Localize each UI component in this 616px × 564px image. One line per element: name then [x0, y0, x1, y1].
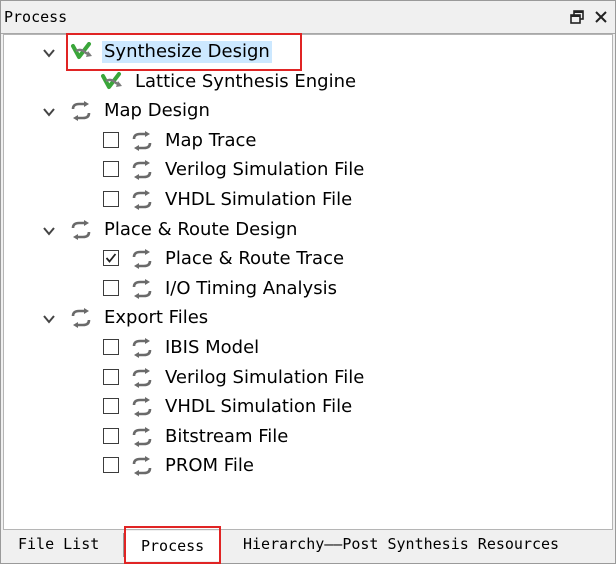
- chevron-down-icon[interactable]: [42, 311, 56, 325]
- tree-item[interactable]: Verilog Simulation File: [4, 156, 604, 184]
- tree-item[interactable]: Map Trace: [4, 127, 604, 155]
- tree-item[interactable]: Bitstream File: [4, 423, 604, 451]
- tree-item-label: Bitstream File: [165, 425, 289, 447]
- refresh-arrows-icon: [70, 101, 92, 122]
- checkbox[interactable]: [103, 339, 119, 355]
- tab-process[interactable]: Process: [125, 531, 221, 561]
- tree-item[interactable]: IBIS Model: [4, 334, 604, 362]
- refresh-arrows-icon: [131, 190, 153, 210]
- tree-item[interactable]: I/O Timing Analysis: [4, 275, 604, 303]
- process-panel: Process Synthesize Design Lattice Synthes…: [0, 0, 616, 564]
- tree-item[interactable]: Export Files: [4, 304, 604, 332]
- tab-file-list[interactable]: File List: [18, 535, 99, 553]
- chevron-down-icon[interactable]: [42, 45, 56, 59]
- tree-item[interactable]: Place & Route Trace: [4, 245, 604, 273]
- restore-window-icon[interactable]: [569, 9, 585, 25]
- tab-divider: [123, 533, 124, 557]
- tree-item-label: Place & Route Trace: [165, 248, 345, 270]
- bottom-tab-bar: File List Process Hierarchy——Post Synthe…: [1, 531, 615, 563]
- checkbox[interactable]: [103, 131, 119, 148]
- tree-item[interactable]: Map Design: [4, 97, 604, 125]
- refresh-arrows-icon: [131, 426, 153, 447]
- tree-item-label: IBIS Model: [165, 337, 260, 358]
- synthesis-check-icon: [100, 71, 122, 92]
- checkbox-checked[interactable]: [103, 250, 119, 267]
- checkbox[interactable]: [103, 398, 119, 415]
- synthesis-check-icon: [70, 42, 92, 62]
- refresh-arrows-icon: [131, 278, 153, 299]
- process-tree: Synthesize Design Lattice Synthesis Engin…: [3, 34, 613, 530]
- chevron-down-icon[interactable]: [42, 104, 56, 118]
- tree-item[interactable]: VHDL Simulation File: [4, 393, 604, 421]
- tree-item[interactable]: Synthesize Design: [4, 38, 604, 66]
- refresh-arrows-icon: [131, 130, 153, 151]
- refresh-arrows-icon: [131, 249, 153, 270]
- refresh-arrows-icon: [70, 308, 92, 329]
- checkbox[interactable]: [103, 368, 119, 385]
- tree-item-label: VHDL Simulation File: [165, 189, 353, 210]
- tree-item[interactable]: Verilog Simulation File: [4, 364, 604, 392]
- tree-item[interactable]: VHDL Simulation File: [4, 186, 604, 214]
- refresh-arrows-icon: [131, 397, 153, 418]
- panel-titlebar: Process: [1, 1, 615, 34]
- checkbox[interactable]: [103, 427, 119, 444]
- tree-item-label: Lattice Synthesis Engine: [135, 70, 357, 92]
- close-icon[interactable]: [593, 9, 609, 25]
- chevron-down-icon[interactable]: [42, 223, 56, 237]
- tree-item-label: I/O Timing Analysis: [165, 277, 337, 299]
- checkbox[interactable]: [103, 161, 119, 178]
- panel-title: Process: [4, 8, 68, 26]
- tree-item-label: Export Files: [104, 307, 209, 329]
- tree-item-label: PROM File: [165, 455, 254, 477]
- tree-item[interactable]: Lattice Synthesis Engine: [4, 68, 604, 96]
- tree-item-label: Synthesize Design: [102, 41, 272, 63]
- tree-item-label: Verilog Simulation File: [165, 159, 365, 181]
- tree-item[interactable]: PROM File: [4, 452, 604, 480]
- tree-item-label: Map Design: [104, 100, 210, 122]
- tree-item-label: Map Trace: [165, 129, 257, 151]
- tree-item[interactable]: Place & Route Design: [4, 216, 604, 244]
- tree-item-label: Verilog Simulation File: [165, 366, 365, 388]
- tree-item-label: VHDL Simulation File: [165, 396, 353, 418]
- checkbox[interactable]: [103, 457, 119, 474]
- tab-hierarchy-post-synthesis-resources[interactable]: Hierarchy——Post Synthesis Resources: [243, 535, 559, 553]
- tree-item-label: Place & Route Design: [104, 218, 298, 240]
- checkbox[interactable]: [103, 279, 119, 296]
- refresh-arrows-icon: [131, 338, 153, 358]
- refresh-arrows-icon: [70, 219, 92, 240]
- checkbox[interactable]: [103, 191, 119, 207]
- refresh-arrows-icon: [131, 367, 153, 388]
- refresh-arrows-icon: [131, 160, 153, 181]
- refresh-arrows-icon: [131, 456, 153, 477]
